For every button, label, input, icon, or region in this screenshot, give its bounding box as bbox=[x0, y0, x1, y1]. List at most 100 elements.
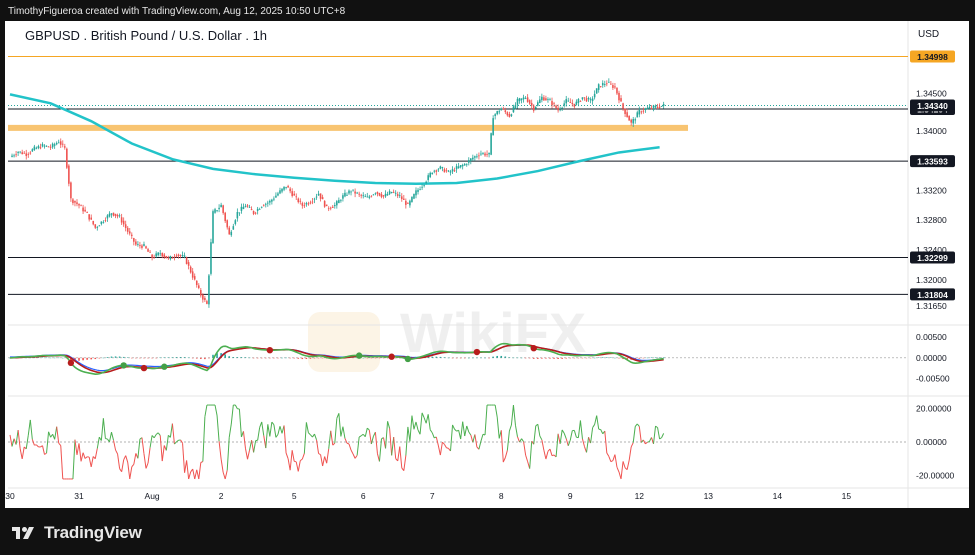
brand-name: TradingView bbox=[44, 523, 142, 542]
candle-body bbox=[419, 189, 421, 191]
oscillator-segment bbox=[234, 404, 238, 410]
candle-body bbox=[256, 208, 259, 211]
macd-bar bbox=[78, 357, 80, 361]
oscillator-segment bbox=[9, 434, 13, 447]
candle-body bbox=[226, 220, 229, 228]
macd-cross-marker bbox=[67, 359, 75, 367]
oscillator-segment bbox=[117, 453, 121, 469]
macd-bar bbox=[159, 357, 162, 359]
candle-body bbox=[70, 182, 72, 199]
oscillator-segment bbox=[474, 434, 478, 448]
candle-body bbox=[518, 98, 521, 102]
oscillator-segment bbox=[242, 431, 246, 449]
macd-bar bbox=[289, 357, 291, 359]
macd-bar bbox=[98, 357, 101, 359]
candle-body bbox=[608, 81, 610, 83]
price-label: 1.33593 bbox=[917, 157, 948, 167]
candle-body bbox=[388, 191, 391, 195]
oscillator-segment bbox=[537, 424, 541, 437]
candle-body bbox=[567, 100, 570, 102]
macd-bar bbox=[281, 357, 283, 359]
oscillator-segment bbox=[96, 436, 100, 449]
oscillator-segment bbox=[577, 420, 581, 438]
macd-bar bbox=[317, 357, 320, 359]
candle-body bbox=[398, 195, 401, 197]
candle-body bbox=[646, 107, 649, 110]
candle-body bbox=[463, 164, 466, 166]
candle-body bbox=[514, 104, 517, 109]
oscillator-segment bbox=[202, 416, 206, 462]
oscillator-segment bbox=[435, 436, 439, 446]
macd-bar bbox=[240, 357, 243, 358]
macd-bar bbox=[618, 357, 620, 359]
macd-bar bbox=[102, 357, 105, 359]
candle-body bbox=[39, 147, 42, 149]
candle-body bbox=[555, 105, 557, 108]
candle-body bbox=[92, 220, 95, 225]
macd-bar bbox=[467, 357, 470, 359]
oscillator-segment bbox=[15, 429, 19, 445]
oscillator-segment bbox=[17, 430, 21, 449]
candle-body bbox=[118, 215, 121, 217]
macd-bar bbox=[135, 357, 137, 359]
candle-body bbox=[628, 115, 630, 121]
oscillator-segment bbox=[149, 435, 153, 448]
candle-body bbox=[614, 86, 616, 88]
macd-bar bbox=[110, 356, 113, 358]
oscillator-segment bbox=[153, 434, 157, 439]
macd-bar bbox=[496, 355, 498, 358]
oscillator-tick-label: 20.00000 bbox=[916, 403, 952, 413]
oscillator-segment bbox=[108, 432, 112, 442]
oscillator-segment bbox=[508, 424, 512, 432]
candle-body bbox=[230, 231, 233, 236]
macd-bar bbox=[354, 357, 356, 358]
oscillator-segment bbox=[549, 448, 553, 456]
time-axis-label: 2 bbox=[219, 491, 224, 501]
candle-body bbox=[169, 256, 172, 259]
candle-body bbox=[23, 152, 26, 154]
candle-body bbox=[143, 244, 145, 246]
oscillator-segment bbox=[622, 461, 626, 468]
oscillator-segment bbox=[88, 456, 92, 467]
candle-body bbox=[425, 181, 427, 183]
oscillator-segment bbox=[19, 448, 23, 460]
price-chart[interactable]: WikiFX1.349981.342941.335931.322991.3180… bbox=[0, 0, 975, 555]
candle-body bbox=[662, 104, 665, 106]
candle-body bbox=[356, 192, 358, 194]
candle-body bbox=[323, 200, 326, 207]
macd-bar bbox=[439, 356, 442, 358]
macd-cross-marker bbox=[473, 348, 481, 356]
oscillator-segment bbox=[466, 425, 470, 433]
tradingview-logo-icon bbox=[12, 527, 34, 539]
candle-body bbox=[569, 101, 572, 103]
candle-body bbox=[325, 204, 328, 207]
candle-body bbox=[543, 97, 545, 101]
oscillator-segment bbox=[94, 448, 98, 459]
candle-body bbox=[561, 107, 563, 109]
macd-bar bbox=[309, 357, 312, 359]
candle-body bbox=[403, 198, 405, 200]
candle-body bbox=[417, 189, 419, 192]
candle-body bbox=[161, 252, 164, 257]
oscillator-segment bbox=[328, 430, 332, 449]
oscillator-segment bbox=[58, 442, 62, 446]
candle-body bbox=[441, 167, 444, 169]
candle-body bbox=[287, 185, 289, 188]
candle-body bbox=[84, 209, 86, 212]
candle-body bbox=[100, 221, 103, 224]
oscillator-segment bbox=[204, 404, 208, 417]
oscillator-segment bbox=[636, 423, 640, 427]
oscillator-segment bbox=[257, 427, 261, 441]
candle-body bbox=[593, 93, 596, 98]
oscillator-segment bbox=[48, 431, 52, 438]
macd-tick-label: 0.00000 bbox=[916, 353, 947, 363]
oscillator-segment bbox=[661, 433, 665, 438]
macd-bar bbox=[187, 357, 190, 359]
macd-bar bbox=[151, 357, 153, 359]
candle-body bbox=[303, 205, 306, 207]
oscillator-segment bbox=[427, 414, 431, 430]
time-axis-label: 8 bbox=[499, 491, 504, 501]
oscillator-segment bbox=[555, 433, 559, 457]
candle-body bbox=[449, 171, 452, 173]
price-tick-label: 1.32000 bbox=[916, 275, 947, 285]
